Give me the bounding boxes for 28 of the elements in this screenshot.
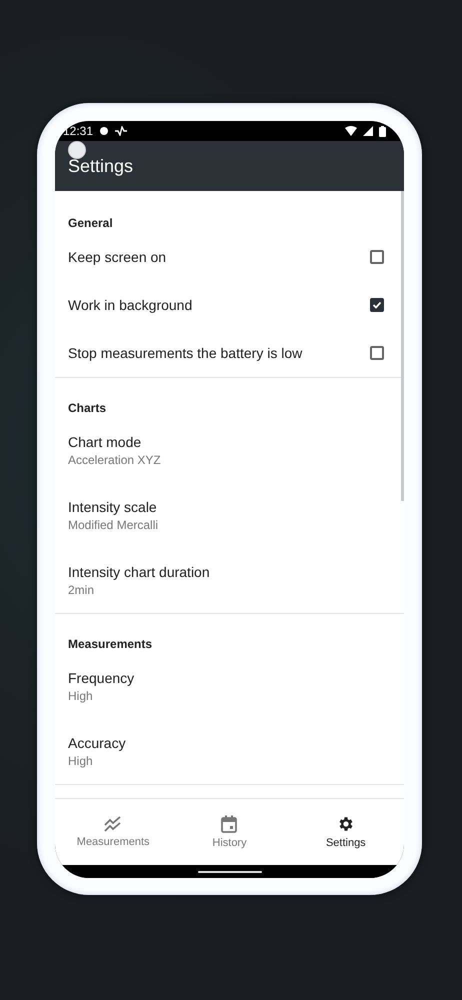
setting-value: Modified Mercalli (68, 518, 160, 532)
section-header: Charts (67, 400, 108, 417)
setting-row[interactable]: Intensity scale Modified Mercalli (55, 483, 404, 548)
setting-row[interactable]: Frequency High (55, 654, 404, 719)
setting-label: Accuracy (68, 735, 127, 751)
nav-tab[interactable]: Settings (288, 799, 404, 865)
app-bar-title: Settings (68, 156, 134, 176)
setting-label: Intensity chart duration (68, 564, 211, 580)
setting-row[interactable]: Keep screen on (55, 233, 404, 281)
setting-value: Acceleration XYZ (68, 453, 162, 467)
setting-label: Chart mode (68, 434, 142, 450)
setting-row[interactable]: Chart mode Acceleration XYZ (55, 418, 404, 483)
setting-value: High (68, 689, 94, 703)
setting-label: Intensity scale (68, 499, 158, 515)
setting-row[interactable]: Accuracy High (55, 719, 404, 784)
nav-tab[interactable]: Measurements (55, 799, 172, 865)
setting-label: Stop measurements the battery is low (68, 345, 304, 361)
setting-row[interactable]: Intensity chart duration 2min (55, 548, 404, 613)
nav-tab[interactable]: History (171, 799, 288, 865)
setting-value: 2min (68, 583, 96, 597)
setting-label: Work in background (68, 297, 194, 313)
setting-row[interactable]: Stop measurements the battery is low (55, 329, 404, 377)
setting-label: Frequency (68, 670, 136, 686)
section-header: Measurements (67, 636, 154, 653)
setting-label: Keep screen on (68, 249, 168, 265)
setting-row[interactable]: Work in background (55, 281, 404, 329)
setting-value: High (68, 754, 94, 768)
section-header: General (67, 215, 114, 232)
